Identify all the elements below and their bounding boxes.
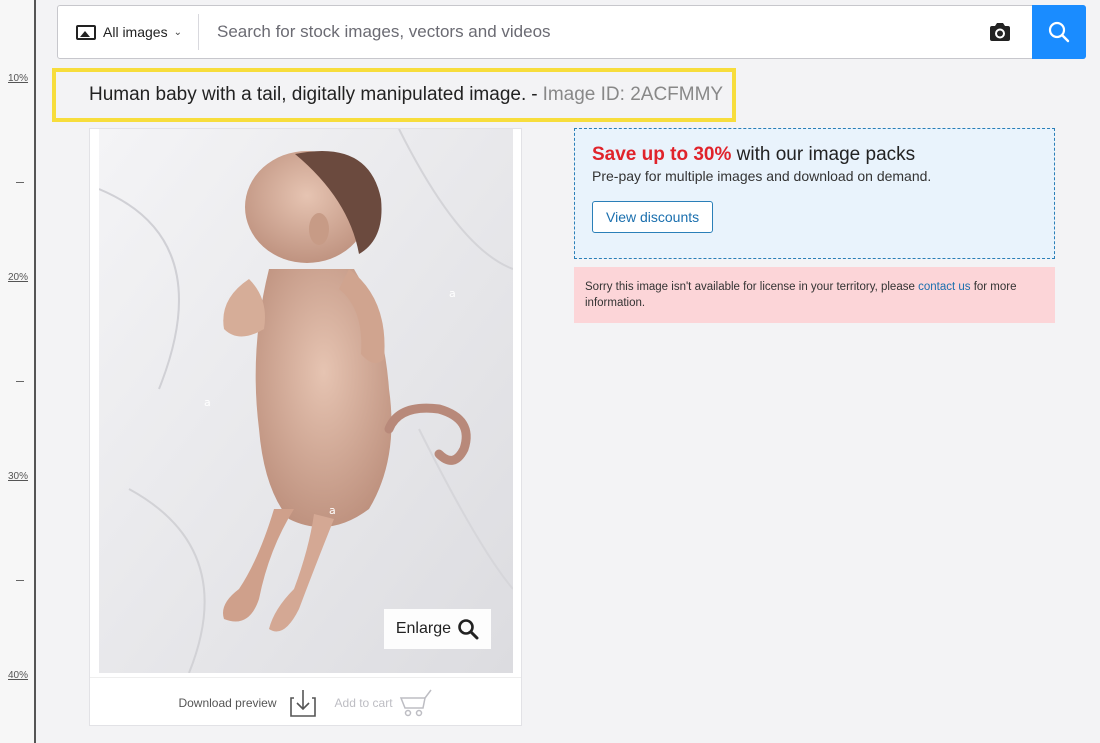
svg-text:a: a — [449, 287, 456, 300]
title-separator: - — [531, 84, 538, 105]
image-icon — [76, 24, 96, 40]
ruler-label-10: 10% — [8, 73, 29, 84]
enlarge-button[interactable]: Enlarge — [383, 609, 491, 649]
search-input[interactable] — [198, 22, 980, 42]
image-id: Image ID: 2ACFMMY — [542, 84, 724, 105]
chevron-down-icon: ⌄ — [173, 26, 182, 38]
ruler-tick — [16, 182, 24, 183]
view-discounts-button[interactable]: View discounts — [592, 201, 714, 233]
image-packs-promo: Save up to 30% with our image packs Pre-… — [574, 128, 1055, 259]
image-card: a a a Enlarge Download preview Add to ca… — [89, 128, 522, 726]
magnifier-icon — [458, 619, 479, 640]
search-button[interactable] — [1032, 5, 1086, 59]
camera-search-icon[interactable] — [980, 12, 1020, 52]
search-icon — [1048, 21, 1070, 43]
ruler-label-20: 20% — [8, 272, 29, 283]
cart-icon — [399, 689, 432, 716]
search-scope-label: All images — [103, 24, 168, 40]
page-ruler: 10% 20% 30% 40% — [0, 0, 36, 743]
territory-alert: Sorry this image isn't available for lic… — [574, 267, 1055, 323]
add-to-cart-label: Add to cart — [334, 695, 393, 710]
svg-text:a: a — [204, 396, 211, 409]
promo-subtext: Pre-pay for multiple images and download… — [592, 168, 932, 184]
contact-us-link[interactable]: contact us — [918, 281, 970, 293]
promo-heading: Save up to 30% with our image packs — [592, 144, 1037, 166]
promo-heading-rest: with our image packs — [731, 144, 916, 165]
download-icon — [289, 689, 316, 717]
image-title: Human baby with a tail, digitally manipu… — [89, 84, 527, 105]
svg-text:a: a — [329, 504, 336, 517]
card-actions: Download preview Add to cart — [90, 677, 521, 727]
alert-text-before: Sorry this image isn't available for lic… — [585, 281, 919, 293]
ruler-tick — [16, 580, 24, 581]
promo-highlight: Save up to 30% — [592, 144, 732, 165]
enlarge-label: Enlarge — [395, 620, 451, 637]
ruler-tick — [16, 381, 24, 382]
stock-photo[interactable]: a a a Enlarge — [99, 129, 513, 673]
download-preview-label: Download preview — [178, 695, 277, 710]
download-preview-button[interactable]: Download preview — [178, 688, 316, 718]
ruler-label-30: 30% — [8, 471, 29, 482]
image-title-highlight: Human baby with a tail, digitally manipu… — [52, 68, 736, 122]
ruler-label-40: 40% — [8, 670, 29, 681]
search-scope-dropdown[interactable]: All images ⌄ — [58, 14, 199, 50]
add-to-cart-button[interactable]: Add to cart — [335, 688, 433, 718]
search-bar: All images ⌄ — [57, 5, 1086, 59]
